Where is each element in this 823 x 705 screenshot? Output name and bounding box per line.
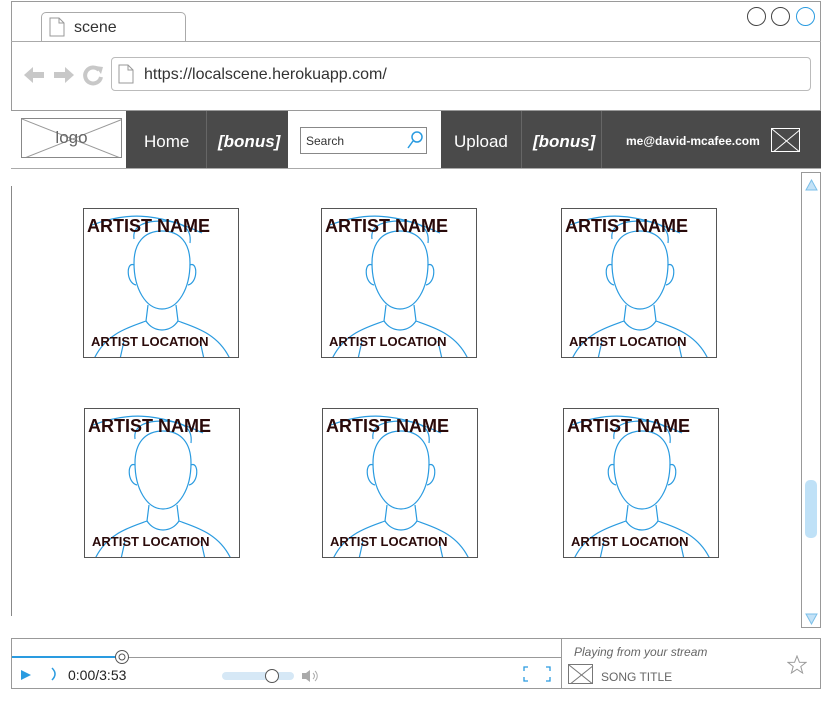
fullscreen-icon[interactable] [523, 666, 551, 687]
tab-title: scene [74, 19, 117, 36]
audio-wave-icon [50, 666, 58, 687]
forward-arrow-icon[interactable] [52, 65, 76, 90]
nav-divider [521, 111, 522, 168]
play-icon[interactable] [20, 668, 32, 686]
nav-bonus-left[interactable]: [bonus] [218, 132, 280, 152]
volume-slider[interactable] [222, 672, 294, 680]
artist-name: ARTIST NAME [567, 416, 690, 436]
search-icon[interactable] [406, 130, 424, 155]
nav-divider-line [11, 168, 821, 169]
speaker-icon[interactable] [301, 669, 319, 688]
artist-name: ARTIST NAME [326, 416, 449, 436]
artist-card[interactable]: ARTIST NAME ARTIST LOCATION [83, 208, 239, 358]
artist-name: ARTIST NAME [87, 216, 210, 236]
nav-upload[interactable]: Upload [454, 132, 508, 152]
minimize-button[interactable] [747, 7, 766, 26]
artist-name: ARTIST NAME [88, 416, 211, 436]
artist-card[interactable]: ARTIST NAME ARTIST LOCATION [321, 208, 477, 358]
scrollbar-thumb[interactable] [805, 480, 817, 538]
progress-handle[interactable] [115, 650, 129, 664]
player-divider [561, 638, 562, 689]
page-icon [49, 17, 65, 42]
playback-time: 0:00/3:53 [68, 667, 127, 683]
page-icon [118, 64, 134, 89]
mail-icon[interactable] [771, 128, 800, 152]
back-arrow-icon[interactable] [22, 65, 46, 90]
playing-from-label: Playing from your stream [574, 645, 708, 659]
artist-card[interactable]: ARTIST NAME ARTIST LOCATION [561, 208, 717, 358]
logo-text: logo [55, 128, 88, 147]
nav-divider [601, 111, 602, 168]
maximize-button[interactable] [771, 7, 790, 26]
progress-fill [12, 656, 122, 658]
artist-location: ARTIST LOCATION [569, 334, 687, 349]
artist-location: ARTIST LOCATION [571, 534, 689, 549]
nav-home[interactable]: Home [144, 132, 189, 152]
artist-location: ARTIST LOCATION [330, 534, 448, 549]
scroll-up-arrow-icon[interactable] [805, 178, 818, 196]
refresh-icon[interactable] [82, 64, 104, 91]
artist-location: ARTIST LOCATION [329, 334, 447, 349]
vertical-scrollbar[interactable] [801, 172, 821, 628]
content-border [11, 186, 12, 616]
close-button[interactable] [796, 7, 815, 26]
song-thumbnail [568, 664, 593, 684]
artist-location: ARTIST LOCATION [91, 334, 209, 349]
song-title: SONG TITLE [601, 670, 673, 684]
nav-bonus-right[interactable]: [bonus] [533, 132, 595, 152]
search-placeholder: Search [306, 134, 345, 148]
tab-divider [11, 41, 821, 42]
artist-card[interactable]: ARTIST NAME ARTIST LOCATION [563, 408, 719, 558]
artist-name: ARTIST NAME [565, 216, 688, 236]
scroll-down-arrow-icon[interactable] [805, 612, 818, 630]
artist-card[interactable]: ARTIST NAME ARTIST LOCATION [322, 408, 478, 558]
nav-divider [206, 111, 207, 168]
artist-card[interactable]: ARTIST NAME ARTIST LOCATION [84, 408, 240, 558]
artist-name: ARTIST NAME [325, 216, 448, 236]
url-text: https://localscene.herokuapp.com/ [144, 66, 387, 83]
artist-location: ARTIST LOCATION [92, 534, 210, 549]
user-email[interactable]: me@david-mcafee.com [626, 134, 760, 148]
volume-handle[interactable] [265, 669, 279, 683]
star-icon[interactable] [786, 654, 808, 679]
